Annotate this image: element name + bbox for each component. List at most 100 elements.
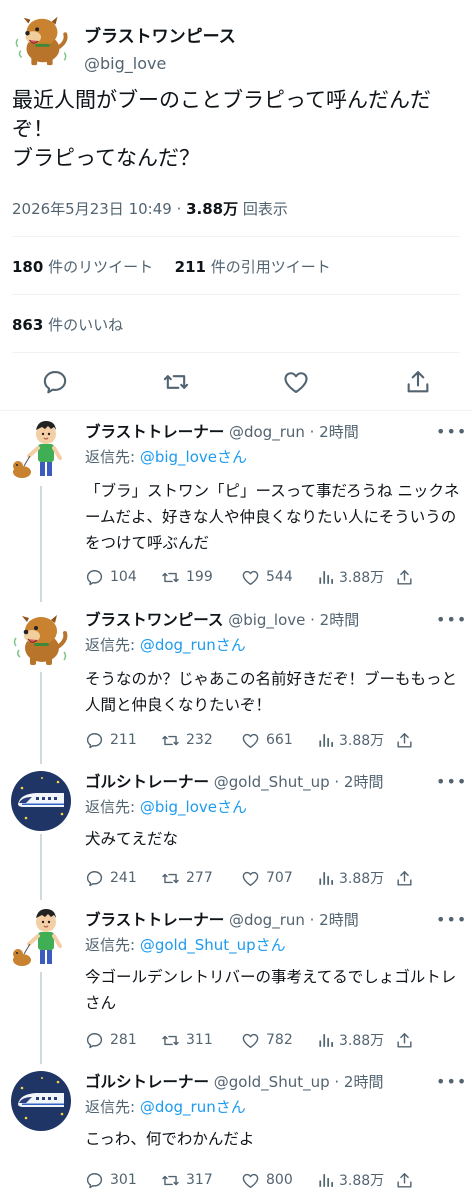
retweet-button[interactable]: 232	[161, 728, 213, 752]
reply-text: 「ブラ」ストワン「ピ」ースって事だろうね ニックネームだよ、好きな人や仲良くなり…	[85, 482, 460, 552]
dog-avatar[interactable]	[10, 608, 72, 670]
more-options-icon[interactable]: •••	[436, 610, 467, 629]
divider	[12, 294, 460, 295]
like-icon[interactable]	[282, 368, 310, 396]
reply-author-handle[interactable]: @dog_run · 2時間	[224, 423, 359, 441]
views-icon	[317, 568, 336, 587]
reply-to-link[interactable]: @big_loveさん	[140, 448, 247, 466]
share-button[interactable]	[395, 1028, 414, 1052]
author-name[interactable]: ブラストワンピース	[84, 22, 236, 47]
divider	[12, 352, 460, 353]
like-button[interactable]: 800	[241, 1168, 293, 1192]
share-icon	[395, 1031, 414, 1050]
reply-icon[interactable]	[41, 368, 69, 396]
reply-author-name[interactable]: ゴルシトレーナー	[85, 1073, 209, 1091]
like-button[interactable]: 661	[241, 728, 293, 752]
reply-to-link[interactable]: @gold_Shut_upさん	[140, 936, 286, 954]
train-avatar[interactable]	[10, 770, 72, 832]
reply-header: ゴルシトレーナー @gold_Shut_up · 2時間	[85, 1070, 383, 1092]
reply-button[interactable]: 301	[85, 1168, 137, 1192]
reply-tweet[interactable]: ゴルシトレーナー @gold_Shut_up · 2時間 ••• 返信先: @b…	[0, 770, 472, 894]
views-icon	[317, 1031, 336, 1050]
reply-button[interactable]: 104	[85, 565, 137, 589]
reply-icon	[85, 1031, 104, 1050]
reply-author-name[interactable]: ブラストワンピース	[85, 611, 223, 629]
reply-author-handle[interactable]: @big_love · 2時間	[223, 611, 359, 629]
like-icon	[241, 869, 260, 888]
views-button[interactable]: 3.88万	[317, 1028, 384, 1052]
retweet-icon[interactable]	[162, 368, 190, 396]
reply-text: こっわ、何でわかんだよ	[85, 1130, 255, 1148]
share-icon	[395, 731, 414, 750]
more-options-icon[interactable]: •••	[436, 1072, 467, 1091]
retweet-stat[interactable]: 180 件のリツイート	[12, 258, 153, 276]
reply-author-handle[interactable]: @dog_run · 2時間	[224, 911, 359, 929]
like-stat[interactable]: 863 件のいいね	[12, 314, 123, 335]
reply-header: ブラストトレーナー @dog_run · 2時間	[85, 420, 359, 442]
views-icon	[317, 731, 336, 750]
views-button[interactable]: 3.88万	[317, 866, 384, 890]
dog-avatar[interactable]	[12, 10, 72, 70]
reply-author-name[interactable]: ブラストトレーナー	[85, 911, 224, 929]
reply-header: ブラストトレーナー @dog_run · 2時間	[85, 908, 359, 930]
like-icon	[241, 1031, 260, 1050]
retweet-button[interactable]: 311	[161, 1028, 213, 1052]
views-button[interactable]: 3.88万	[317, 565, 384, 589]
retweet-button[interactable]: 277	[161, 866, 213, 890]
reply-tweet[interactable]: ブラストワンピース @big_love · 2時間 ••• 返信先: @dog_…	[0, 608, 472, 758]
like-button[interactable]: 707	[241, 866, 293, 890]
share-button[interactable]	[395, 1168, 414, 1192]
like-icon	[241, 1171, 260, 1190]
reply-action-bar: 104 199 544 3.88万	[85, 565, 465, 589]
like-button[interactable]: 782	[241, 1028, 293, 1052]
retweet-button[interactable]: 317	[161, 1168, 213, 1192]
share-icon[interactable]	[404, 368, 432, 396]
reply-header: ブラストワンピース @big_love · 2時間	[85, 608, 359, 630]
reply-author-handle[interactable]: @gold_Shut_up · 2時間	[209, 1073, 384, 1091]
like-button[interactable]: 544	[241, 565, 293, 589]
reply-to-line: 返信先: @dog_runさん	[85, 636, 246, 654]
reply-button[interactable]: 241	[85, 866, 137, 890]
view-count: 3.88万	[186, 200, 239, 218]
reply-action-bar: 211 232 661 3.88万	[85, 728, 465, 752]
reply-button[interactable]: 211	[85, 728, 137, 752]
more-options-icon[interactable]: •••	[436, 772, 467, 791]
tweet-timestamp[interactable]: 2026年5月23日 10:49 ·	[12, 200, 186, 218]
reply-action-bar: 301 317 800 3.88万	[85, 1168, 465, 1192]
reply-to-link[interactable]: @big_loveさん	[140, 798, 247, 816]
views-button[interactable]: 3.88万	[317, 728, 384, 752]
retweet-button[interactable]: 199	[161, 565, 213, 589]
trainer-avatar[interactable]	[10, 420, 72, 482]
like-icon	[241, 731, 260, 750]
trainer-avatar[interactable]	[10, 908, 72, 970]
divider	[0, 410, 472, 411]
retweet-icon	[161, 869, 180, 888]
reply-author-name[interactable]: ブラストトレーナー	[85, 423, 224, 441]
main-tweet-header: ブラストワンピース @big_love	[12, 10, 462, 74]
share-button[interactable]	[395, 866, 414, 890]
train-avatar[interactable]	[10, 1070, 72, 1132]
reply-author-handle[interactable]: @gold_Shut_up · 2時間	[209, 773, 384, 791]
retweet-icon	[161, 1171, 180, 1190]
reply-button[interactable]: 281	[85, 1028, 137, 1052]
author-handle[interactable]: @big_love	[84, 54, 166, 73]
more-options-icon[interactable]: •••	[436, 422, 467, 441]
more-options-icon[interactable]: •••	[436, 910, 467, 929]
tweet-meta: 2026年5月23日 10:49 · 3.88万 回表示	[12, 198, 288, 219]
share-button[interactable]	[395, 565, 414, 589]
quote-stat[interactable]: 211 件の引用ツイート	[175, 258, 331, 276]
reply-to-line: 返信先: @dog_runさん	[85, 1098, 246, 1116]
retweet-quote-stats: 180 件のリツイート 211 件の引用ツイート	[12, 256, 331, 277]
reply-to-link[interactable]: @dog_runさん	[140, 1098, 246, 1116]
reply-icon	[85, 869, 104, 888]
views-button[interactable]: 3.88万	[317, 1168, 384, 1192]
reply-author-name[interactable]: ゴルシトレーナー	[85, 773, 209, 791]
reply-tweet[interactable]: ブラストトレーナー @dog_run · 2時間 ••• 返信先: @gold_…	[0, 908, 472, 1058]
reply-tweet[interactable]: ブラストトレーナー @dog_run · 2時間 ••• 返信先: @big_l…	[0, 420, 472, 598]
reply-text: そうなのか？じゃあこの名前好きだぞ！ブーももっと人間と仲良くなりたいぞ！	[85, 670, 458, 714]
share-button[interactable]	[395, 728, 414, 752]
share-icon	[395, 1171, 414, 1190]
reply-to-link[interactable]: @dog_runさん	[140, 636, 246, 654]
reply-tweet[interactable]: ゴルシトレーナー @gold_Shut_up · 2時間 ••• 返信先: @d…	[0, 1070, 472, 1194]
reply-to-line: 返信先: @big_loveさん	[85, 448, 247, 466]
